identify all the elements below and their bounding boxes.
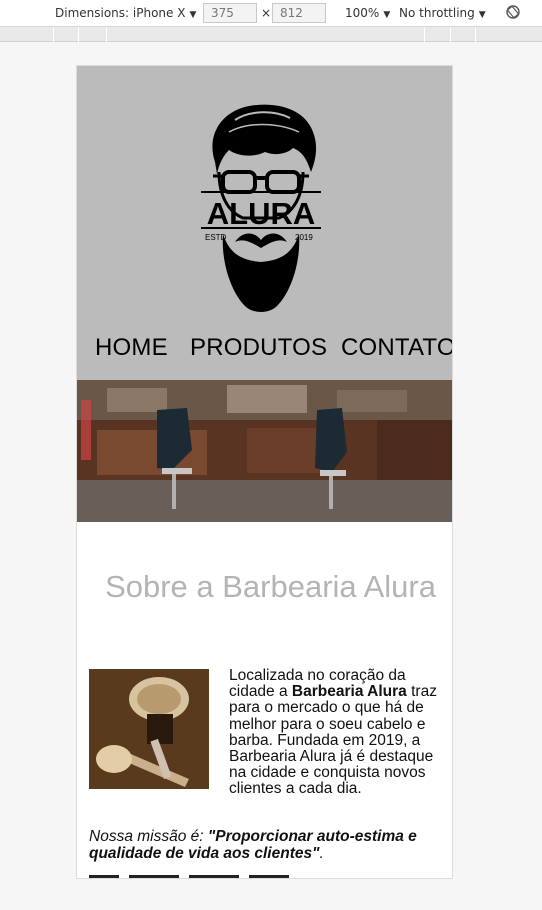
about-text-part2: traz para o mercado o que há de melhor p… <box>229 683 437 798</box>
shaving-brush-image <box>89 669 209 789</box>
rotate-icon[interactable] <box>505 4 521 23</box>
height-input[interactable]: 812 <box>272 3 326 23</box>
device-dimensions-label: Dimensions: iPhone X <box>55 6 186 20</box>
logo-brand-text: ALURA <box>207 196 316 231</box>
width-input[interactable]: 375 <box>203 3 257 23</box>
main-nav: HOME PRODUTOS CONTATO <box>77 334 452 364</box>
chevron-down-icon: ▼ <box>189 10 197 20</box>
about-section: Sobre a Barbearia Alura Localizada no co… <box>77 522 452 878</box>
devtools-toolbar: Dimensions: iPhone X ▼ 375 × 812 100% ▼ No… <box>0 0 542 27</box>
about-text-brand: Barbearia Alura <box>291 683 407 701</box>
cutoff-text-line <box>89 872 449 878</box>
nav-produtos-link[interactable]: PRODUTOS <box>190 334 327 362</box>
mission-text: Nossa missão é: "Proporcionar auto-estim… <box>89 828 449 862</box>
times-sign: × <box>261 6 272 20</box>
media-query-ruler[interactable] <box>0 27 542 42</box>
zoom-select[interactable]: 100% ▼ <box>345 6 390 20</box>
about-text: Localizada no coração da cidade a Barbea… <box>229 667 449 798</box>
chevron-down-icon: ▼ <box>383 10 391 20</box>
section-title: Sobre a Barbearia Alura <box>105 569 436 604</box>
nav-home-link[interactable]: HOME <box>95 334 168 362</box>
barbershop-banner-image <box>77 380 452 522</box>
mission-prefix: Nossa missão é: <box>89 828 208 845</box>
throttling-label: No throttling <box>399 6 475 20</box>
device-select[interactable]: Dimensions: iPhone X ▼ <box>55 6 196 20</box>
nav-contato-link[interactable]: CONTATO <box>341 334 452 362</box>
chevron-down-icon: ▼ <box>478 10 486 20</box>
zoom-label: 100% <box>345 6 380 20</box>
mission-suffix: . <box>319 845 324 862</box>
device-viewport: ALURA ESTD 2019 HOME PRODUTOS CONTATO So… <box>77 66 452 878</box>
throttling-select[interactable]: No throttling ▼ <box>399 6 486 20</box>
site-header: ALURA ESTD 2019 HOME PRODUTOS CONTATO <box>77 66 452 380</box>
alura-barber-logo: ALURA ESTD 2019 <box>201 104 321 312</box>
